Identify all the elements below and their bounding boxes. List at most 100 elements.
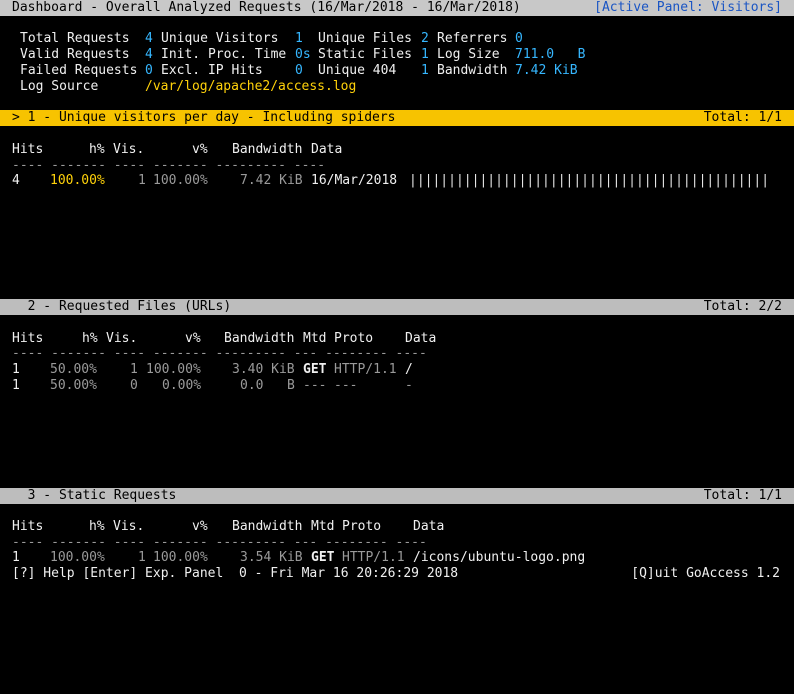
col-method: Mtd	[311, 519, 335, 534]
data-cell: 16/Mar/2018	[311, 173, 398, 188]
bandwidth-value: 7.42 KiB	[515, 63, 578, 78]
failed-requests-label: Failed Requests	[20, 63, 138, 78]
panel-requests-title: 2 - Requested Files (URLs)	[12, 299, 232, 314]
hits-percent-cell: 50.00%	[50, 378, 97, 393]
method-cell: GET	[311, 550, 335, 565]
dashboard-title: Dashboard - Overall Analyzed Requests (1…	[12, 0, 521, 15]
panel-visitors-title: > 1 - Unique visitors per day - Includin…	[12, 110, 396, 125]
summary-row-3: Failed Requests 0 Excl. IP Hits 0 Unique…	[0, 63, 794, 79]
col-data: Data	[413, 519, 445, 534]
unique-404-label: Unique 404	[318, 63, 397, 78]
panel-static-total: Total: 1/1	[703, 488, 782, 503]
bandwidth-cell: 0.0 B	[240, 378, 295, 393]
hits-cell: 1	[12, 362, 20, 377]
hits-cell: 1	[12, 550, 20, 565]
help-hint[interactable]: [?] Help [Enter] Exp. Panel 0 - Fri Mar …	[12, 566, 458, 582]
col-visitors-percent: v%	[185, 331, 201, 346]
init-proc-time-label: Init. Proc. Time	[161, 47, 287, 62]
separator: ---- ------- ---- ------- --------- --- …	[12, 346, 427, 361]
panel-visitors-columns: Hits h% Vis. v% Bandwidth Data	[0, 142, 794, 158]
panel-requests-columns: Hits h% Vis. v% Bandwidth Mtd Proto Data	[0, 331, 794, 347]
unique-404-value: 1	[421, 63, 429, 78]
summary-row-1: Total Requests 4 Unique Visitors 1 Uniqu…	[0, 31, 794, 47]
col-hits-percent: h%	[89, 142, 105, 157]
col-hits: Hits	[12, 519, 44, 534]
col-visitors: Vis.	[113, 142, 145, 157]
visitors-percent-cell: 100.00%	[153, 550, 208, 565]
bandwidth-cell: 3.54 KiB	[240, 550, 303, 565]
col-protocol: Proto	[334, 331, 374, 346]
visitors-cell: 1	[130, 362, 138, 377]
status-bar: [?] Help [Enter] Exp. Panel 0 - Fri Mar …	[0, 566, 794, 582]
visitors-percent-cell: 100.00%	[146, 362, 201, 377]
data-cell: /icons/ubuntu-logo.png	[413, 550, 586, 565]
table-row[interactable]: 1 100.00% 1 100.00% 3.54 KiB GET HTTP/1.…	[0, 550, 794, 566]
col-hits: Hits	[12, 331, 44, 346]
protocol-cell: ---	[334, 378, 358, 393]
col-bandwidth: Bandwidth	[224, 331, 295, 346]
unique-visitors-label: Unique Visitors	[161, 31, 279, 46]
valid-requests-label: Valid Requests	[20, 47, 130, 62]
referrers-label: Referrers	[437, 31, 508, 46]
static-files-label: Static Files	[318, 47, 412, 62]
active-panel-indicator: [Active Panel: Visitors]	[594, 0, 782, 15]
hits-percent-cell: 100.00%	[50, 550, 105, 565]
col-protocol: Proto	[342, 519, 382, 534]
unique-visitors-value: 1	[295, 31, 303, 46]
summary-row-2: Valid Requests 4 Init. Proc. Time 0s Sta…	[0, 47, 794, 63]
col-visitors-percent: v%	[192, 142, 208, 157]
separator: ---- ------- ---- ------- --------- ----	[12, 158, 326, 173]
bandwidth-label: Bandwidth	[437, 63, 508, 78]
col-visitors: Vis.	[106, 331, 138, 346]
static-files-value: 1	[421, 47, 429, 62]
col-hits: Hits	[12, 142, 44, 157]
col-bandwidth: Bandwidth	[232, 519, 303, 534]
panel-static-header[interactable]: 3 - Static Requests Total: 1/1	[0, 488, 794, 504]
table-row[interactable]: 1 50.00% 1 100.00% 3.40 KiB GET HTTP/1.1…	[0, 362, 794, 378]
visitors-cell: 1	[138, 550, 146, 565]
visitors-percent-cell: 100.00%	[153, 173, 208, 188]
panel-requests-total: Total: 2/2	[703, 299, 782, 314]
data-cell: /	[405, 362, 413, 377]
bandwidth-cell: 3.40 KiB	[232, 362, 295, 377]
unique-files-value: 2	[421, 31, 429, 46]
log-size-value: 711.0 B	[515, 47, 586, 62]
separator: ---- ------- ---- ------- --------- --- …	[12, 535, 427, 550]
col-visitors-percent: v%	[192, 519, 208, 534]
col-hits-percent: h%	[82, 331, 98, 346]
panel-static-columns: Hits h% Vis. v% Bandwidth Mtd Proto Data	[0, 519, 794, 535]
col-bandwidth: Bandwidth	[232, 142, 303, 157]
col-data: Data	[405, 331, 437, 346]
title-bar: Dashboard - Overall Analyzed Requests (1…	[0, 0, 794, 16]
visitors-cell: 0	[130, 378, 138, 393]
table-row[interactable]: 4 100.00% 1 100.00% 7.42 KiB 16/Mar/2018…	[0, 173, 794, 189]
table-row[interactable]: 1 50.00% 0 0.00% 0.0 B --- --- -	[0, 378, 794, 394]
excl-ip-hits-label: Excl. IP Hits	[161, 63, 263, 78]
method-cell: ---	[303, 378, 327, 393]
panel-requests-header[interactable]: 2 - Requested Files (URLs) Total: 2/2	[0, 299, 794, 315]
col-method: Mtd	[303, 331, 327, 346]
protocol-cell: HTTP/1.1	[342, 550, 405, 565]
protocol-cell: HTTP/1.1	[334, 362, 397, 377]
log-source-value: /var/log/apache2/access.log	[145, 79, 357, 94]
log-source-label: Log Source	[20, 79, 99, 94]
col-data: Data	[311, 142, 343, 157]
log-size-label: Log Size	[437, 47, 500, 62]
excl-ip-hits-value: 0	[295, 63, 303, 78]
hits-bar: ||||||||||||||||||||||||||||||||||||||||…	[409, 173, 770, 188]
failed-requests-value: 0	[145, 63, 153, 78]
panel-requests-separator: ---- ------- ---- ------- --------- --- …	[0, 346, 794, 362]
unique-files-label: Unique Files	[318, 31, 412, 46]
hits-cell: 1	[12, 378, 20, 393]
method-cell: GET	[303, 362, 327, 377]
data-cell: -	[405, 378, 413, 393]
panel-visitors-header[interactable]: > 1 - Unique visitors per day - Includin…	[0, 110, 794, 126]
panel-visitors-separator: ---- ------- ---- ------- --------- ----	[0, 158, 794, 174]
col-visitors: Vis.	[113, 519, 145, 534]
hits-percent-cell: 100.00%	[50, 173, 105, 188]
visitors-cell: 1	[138, 173, 146, 188]
total-requests-label: Total Requests	[20, 31, 130, 46]
quit-hint[interactable]: [Q]uit GoAccess 1.2	[631, 566, 780, 582]
hits-cell: 4	[12, 173, 20, 188]
col-hits-percent: h%	[89, 519, 105, 534]
